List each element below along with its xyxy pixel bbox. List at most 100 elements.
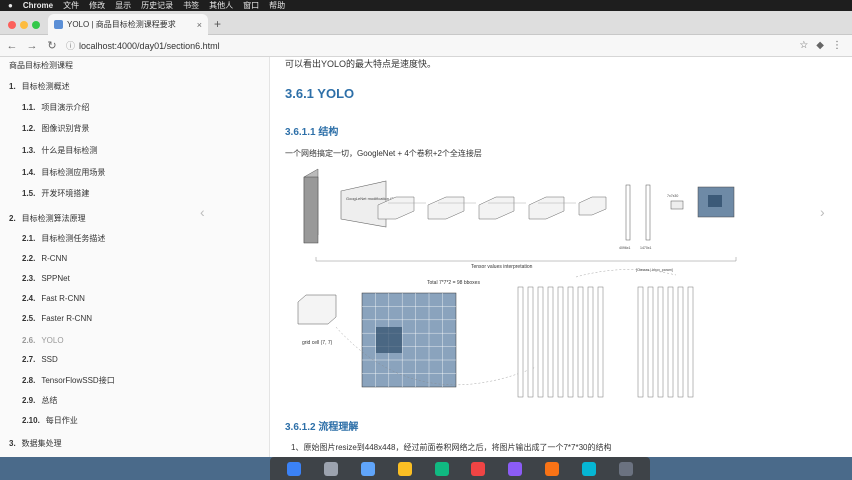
close-window-icon[interactable]: [8, 21, 16, 29]
structure-paragraph: 一个网络搞定一切，GoogleNet + 4个卷积+2个全连接层: [285, 149, 482, 158]
input-image-face: [303, 176, 319, 244]
sidebar-item-1[interactable]: 1.1. 项目演示介绍: [22, 102, 89, 113]
site-info-icon[interactable]: ⓘ: [66, 39, 75, 52]
new-tab-button[interactable]: +: [214, 17, 221, 31]
sidebar-item-label: Faster R-CNN: [41, 314, 93, 323]
sidebar-item-label: R-CNN: [41, 254, 68, 263]
menu-dots-icon[interactable]: ⋮: [832, 40, 842, 51]
sidebar-item-5[interactable]: 1.5. 开发环境搭建: [22, 188, 89, 199]
sidebar-item-15[interactable]: 2.9. 总结: [22, 395, 57, 406]
tensor-bracket: [315, 257, 737, 262]
sidebar-item-10[interactable]: 2.4. Fast R-CNN: [22, 294, 85, 303]
zoom-window-icon[interactable]: [32, 21, 40, 29]
menu-people[interactable]: 其他人: [209, 0, 233, 11]
app-icon-9[interactable]: [581, 461, 596, 476]
conv-block-4: [528, 196, 565, 220]
sidebar-item-3[interactable]: 1.3. 什么是目标检测: [22, 145, 97, 156]
sidebar-item-12[interactable]: 2.6. YOLO: [22, 336, 64, 345]
reload-button[interactable]: ↻: [46, 39, 58, 52]
menu-edit[interactable]: 修改: [89, 0, 105, 11]
menu-view[interactable]: 显示: [115, 0, 131, 11]
sidebar-toc: 商品目标检测课程 1. 目标检测概述 1.1. 项目演示介绍 1.2. 图像识别背景 1.3…: [0, 57, 270, 457]
sidebar-item-label: Fast R-CNN: [41, 294, 85, 303]
extension-icon[interactable]: ◆: [816, 40, 824, 51]
fc-label-1: 4096x1: [619, 246, 631, 250]
sidebar-item-label: SSD: [41, 355, 58, 364]
sidebar-item-label: 什么是目标检测: [41, 146, 98, 155]
sidebar-item-label: 开发环境搭建: [41, 189, 90, 198]
sidebar-item-label: 数据集处理: [21, 439, 62, 448]
app-icon-8[interactable]: [544, 461, 559, 476]
sidebar-item-6[interactable]: 2. 目标检测算法原理: [9, 213, 86, 224]
url-text[interactable]: localhost:4000/day01/section6.html: [79, 41, 220, 51]
bookmark-star-icon[interactable]: ☆: [799, 40, 808, 51]
bbox-vectors-group-1: [517, 286, 604, 398]
sidebar-item-number: 2.8.: [22, 376, 36, 385]
sidebar-item-14[interactable]: 2.8. TensorFlowSSD接口: [22, 375, 115, 386]
sidebar-item-2[interactable]: 1.2. 图像识别背景: [22, 123, 89, 134]
safari-icon[interactable]: [360, 461, 375, 476]
sidebar-item-16[interactable]: 2.10. 每日作业: [22, 415, 78, 426]
terminal-icon[interactable]: [434, 461, 449, 476]
menu-help[interactable]: 帮助: [269, 0, 285, 11]
bbox-vectors-group-2: [637, 286, 694, 398]
sidebar-item-number: 2.: [9, 214, 16, 223]
menu-bookmarks[interactable]: 书签: [183, 0, 199, 11]
app-icon-7[interactable]: [508, 461, 523, 476]
flow-bullet-1: 1、原始图片resize到448x448，经过前面卷积网络之后，将图片输出成了一…: [291, 443, 612, 452]
sidebar-item-11[interactable]: 2.5. Faster R-CNN: [22, 314, 92, 323]
menu-window[interactable]: 窗口: [243, 0, 259, 11]
heading-structure: 3.6.1.1 结构: [285, 127, 339, 138]
sidebar-item-4[interactable]: 1.4. 目标检测应用场景: [22, 167, 105, 178]
macos-dock: [270, 457, 650, 480]
sidebar-item-label: 目标检测任务描述: [41, 234, 106, 243]
sidebar-item-8[interactable]: 2.2. R-CNN: [22, 254, 67, 263]
fc-label-2: 1470x1: [640, 246, 652, 250]
sidebar-item-label: TensorFlowSSD接口: [41, 376, 115, 385]
sidebar-item-label: YOLO: [41, 336, 64, 345]
chrome-icon[interactable]: [397, 461, 412, 476]
trash-icon[interactable]: [618, 461, 633, 476]
main-content: 可以看出YOLO的最大特点是速度快。 3.6.1 YOLO 3.6.1.1 结构…: [271, 57, 852, 457]
finder-icon[interactable]: [287, 461, 302, 476]
browser-toolbar: ← → ↻ ⓘ localhost:4000/day01/section6.ht…: [0, 35, 852, 57]
sidebar-item-label: 目标检测算法原理: [21, 214, 86, 223]
forward-button[interactable]: →: [26, 40, 38, 52]
prev-page-chevron-icon[interactable]: ‹: [200, 204, 205, 220]
sidebar-item-17[interactable]: 3. 数据集处理: [9, 438, 62, 449]
tab-close-icon[interactable]: ×: [197, 20, 202, 30]
sidebar-item-label: 图像识别背景: [41, 124, 90, 133]
sidebar-item-9[interactable]: 2.3. SPPNet: [22, 274, 70, 283]
menu-history[interactable]: 历史记录: [141, 0, 173, 11]
menu-file[interactable]: 文件: [63, 0, 79, 11]
intro-text: 可以看出YOLO的最大特点是速度快。: [285, 59, 437, 69]
sidebar-item-number: 2.1.: [22, 234, 36, 243]
apple-icon[interactable]: ●: [8, 1, 13, 10]
fc-layer-2: [645, 184, 651, 241]
sidebar-item-label: 目标检测概述: [21, 82, 70, 91]
page-favicon-icon: [54, 20, 63, 29]
next-page-chevron-icon[interactable]: ›: [820, 204, 825, 220]
minimize-window-icon[interactable]: [20, 21, 28, 29]
sidebar-item-label: SPPNet: [41, 274, 70, 283]
menu-app-name[interactable]: Chrome: [23, 1, 53, 10]
yolo-network-diagram: GoogLeNet modification (20 layers) 4096x…: [297, 168, 737, 398]
fc-layer-1: [625, 184, 631, 241]
sidebar-item-number: 2.3.: [22, 274, 36, 283]
sidebar-item-number: 3.: [9, 439, 16, 448]
tab-strip: YOLO | 商品目标检测课程要求 × +: [0, 11, 852, 35]
sidebar-item-0[interactable]: 1. 目标检测概述: [9, 81, 70, 92]
sidebar-item-number: 2.9.: [22, 396, 36, 405]
tensor-values-label: Tensor values interpretation: [471, 264, 533, 270]
launchpad-icon[interactable]: [324, 461, 339, 476]
tensor-cube: [297, 294, 337, 325]
tab-active[interactable]: YOLO | 商品目标检测课程要求 ×: [48, 14, 208, 35]
app-icon-6[interactable]: [471, 461, 486, 476]
sidebar-item-number: 1.4.: [22, 168, 36, 177]
address-bar[interactable]: ⓘ localhost:4000/day01/section6.html: [66, 38, 220, 54]
sidebar-item-7[interactable]: 2.1. 目标检测任务描述: [22, 233, 105, 244]
sidebar-title[interactable]: 商品目标检测课程: [9, 60, 73, 71]
back-button[interactable]: ←: [6, 40, 18, 52]
conv-block-5: [578, 196, 607, 216]
sidebar-item-13[interactable]: 2.7. SSD: [22, 355, 58, 364]
